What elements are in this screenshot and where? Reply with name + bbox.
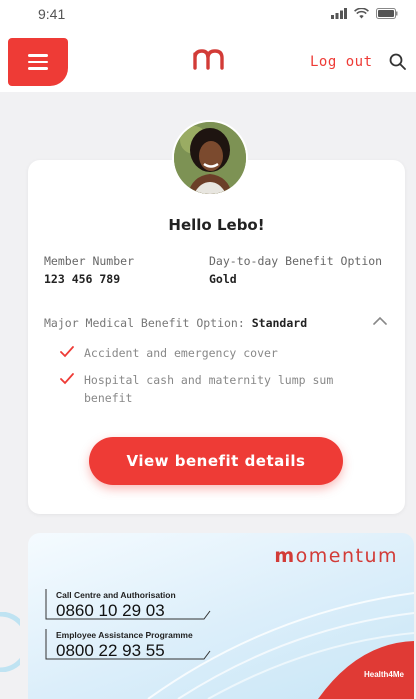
status-bar: 9:41	[0, 0, 416, 36]
hamburger-icon-bar	[28, 54, 48, 57]
major-medical-row: Major Medical Benefit Option: Standard	[44, 316, 307, 330]
brand-rest: omentum	[295, 545, 398, 567]
avatar-photo	[174, 122, 246, 194]
avatar	[172, 120, 248, 196]
greeting: Hello Lebo!	[168, 216, 265, 234]
momentum-m-logo[interactable]	[192, 48, 228, 70]
hamburger-icon-bar	[28, 67, 48, 70]
chevron-up-icon[interactable]	[372, 316, 388, 326]
battery-icon	[376, 8, 398, 19]
eap-label: Employee Assistance Programme	[56, 630, 193, 640]
benefit-text-line: benefit	[84, 391, 133, 405]
check-icon	[60, 346, 74, 358]
app-header: Log out	[0, 36, 416, 92]
day-to-day-label: Day-to-day Benefit Option	[209, 254, 383, 268]
carousel-indicator	[0, 612, 20, 672]
benefit-item: Accident and emergency cover	[60, 344, 278, 362]
logout-link[interactable]: Log out	[310, 54, 373, 70]
member-card[interactable]: momentum Call Centre and Authorisation 0…	[28, 533, 414, 699]
major-medical-label: Major Medical Benefit Option:	[44, 316, 245, 330]
day-to-day-value: Gold	[209, 272, 237, 286]
benefit-text: Hospital cash and maternity lump sum ben…	[84, 371, 333, 407]
call-centre-number[interactable]: 0860 10 29 03	[56, 601, 165, 621]
benefit-text-line: Hospital cash and maternity lump sum	[84, 373, 334, 387]
brand-m: m	[274, 545, 296, 567]
wifi-icon	[354, 8, 369, 19]
momentum-logo: momentum	[274, 545, 398, 567]
menu-button[interactable]	[8, 38, 68, 86]
health4me-tagline: Health4Me	[363, 670, 404, 679]
view-benefit-details-button[interactable]: View benefit details	[89, 437, 343, 485]
status-time: 9:41	[38, 6, 66, 22]
check-icon	[60, 373, 74, 385]
hamburger-icon-bar	[28, 60, 48, 64]
benefit-item: Hospital cash and maternity lump sum ben…	[60, 371, 333, 407]
signal-icon	[331, 8, 347, 19]
major-medical-value: Standard	[251, 316, 308, 330]
member-number-value: 123 456 789	[44, 272, 121, 286]
benefit-text: Accident and emergency cover	[84, 346, 278, 360]
call-centre-label: Call Centre and Authorisation	[56, 590, 176, 600]
member-number-label: Member Number	[44, 254, 135, 268]
search-icon[interactable]	[389, 53, 406, 70]
status-icons	[331, 8, 398, 19]
eap-number[interactable]: 0800 22 93 55	[56, 641, 165, 661]
